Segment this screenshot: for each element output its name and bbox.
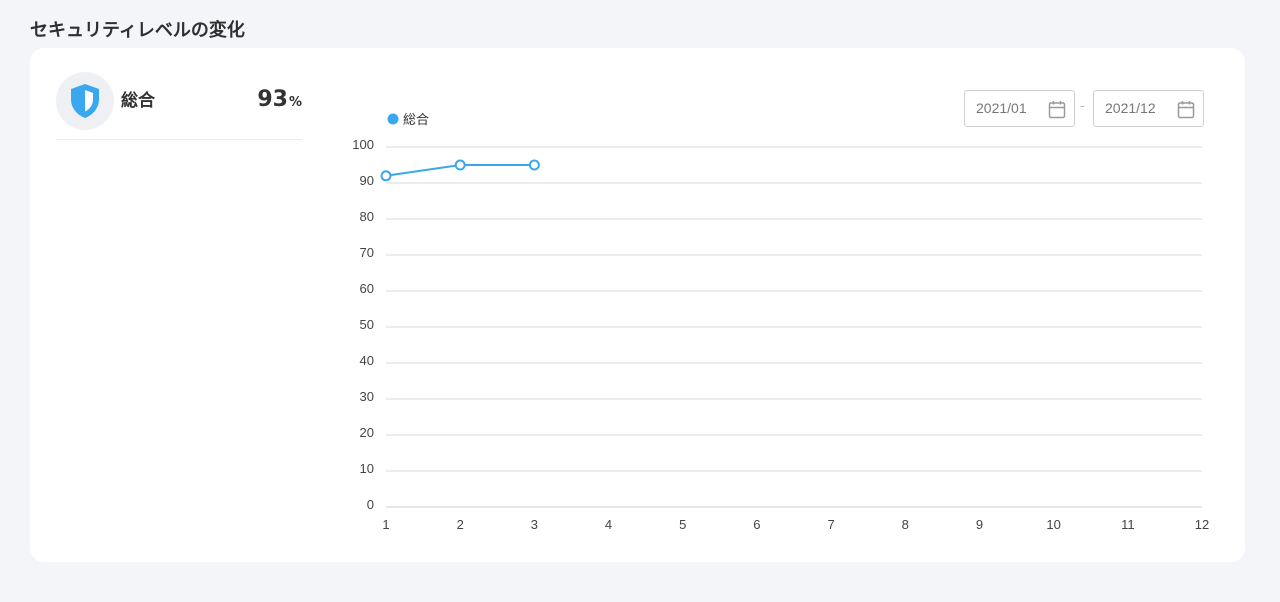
y-tick-label: 20 [360,425,374,440]
x-tick-label: 6 [753,517,760,532]
data-point [454,159,466,171]
data-point [380,170,392,182]
x-tick-label: 7 [827,517,834,532]
y-tick-label: 90 [360,173,374,188]
security-level-card: 総合 93% 2021/01 - 2021/12 0 10 20 30 40 50 60 70… [30,48,1245,562]
x-tick-label: 1 [382,517,389,532]
y-tick-label: 30 [360,389,374,404]
x-tick-label: 3 [531,517,538,532]
x-tick-label: 2 [457,517,464,532]
security-level-chart: 01020304050607080901001 2 3 4 5 6 7 8 9 10 11 12総合 [352,113,1209,532]
y-tick-label: 0 [367,497,374,512]
y-tick-label: 100 [352,137,374,152]
legend-label: 総合 [403,113,429,128]
y-tick-label: 60 [360,281,374,296]
x-tick-label: 10 [1046,517,1060,532]
x-tick-label: 5 [679,517,686,532]
legend-marker [387,113,399,125]
x-tick-label: 4 [605,517,612,532]
x-tick-label: 9 [976,517,983,532]
y-tick-label: 50 [360,317,374,332]
y-tick-label: 70 [360,245,374,260]
y-tick-label: 80 [360,209,374,224]
y-tick-label: 40 [360,353,374,368]
data-point [528,159,540,171]
x-tick-label: 12 [1195,517,1209,532]
y-tick-label: 10 [360,461,374,476]
section-title: セキュリティレベルの変化 [30,20,245,41]
x-tick-label: 11 [1121,517,1135,532]
x-tick-label: 8 [902,517,909,532]
